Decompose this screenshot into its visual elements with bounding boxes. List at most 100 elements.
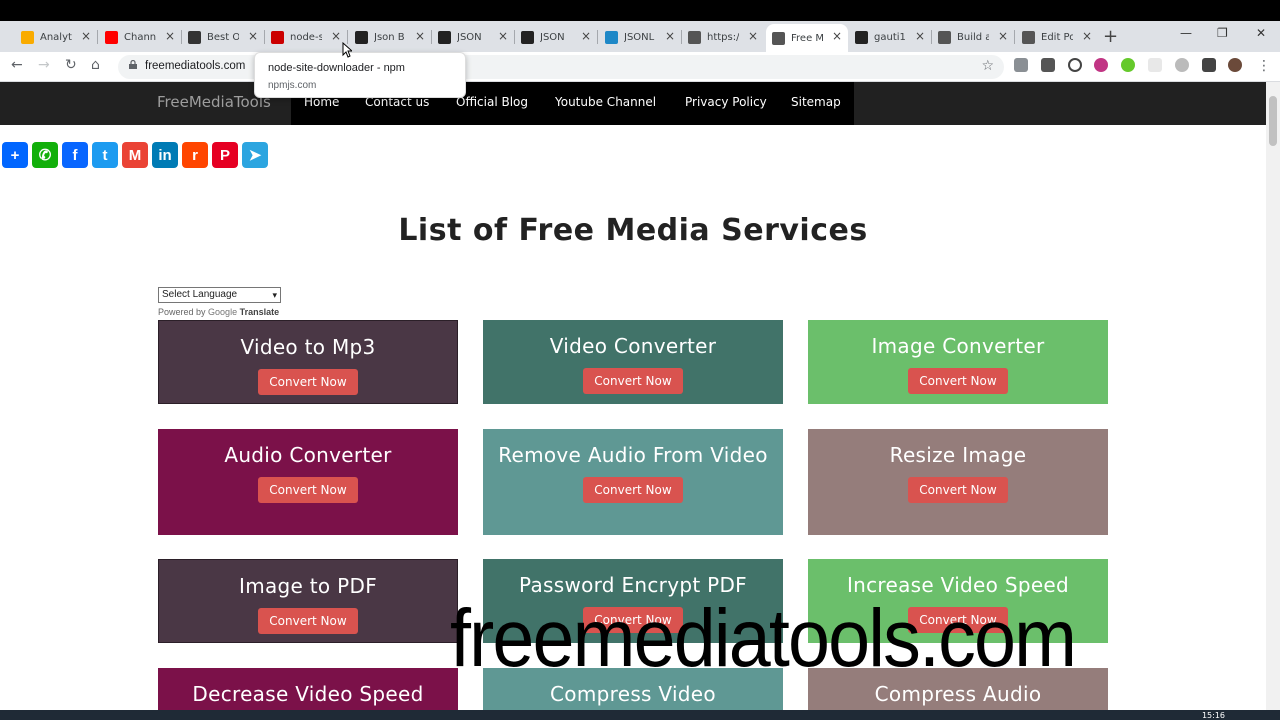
browser-tab[interactable]: https:/ × [682,24,764,50]
npm-icon [271,30,284,44]
browser-toolbar: ← → ↻ ⌂ freemediatools.com ☆ [0,52,1280,82]
browser-tab[interactable]: Json B × [349,24,431,50]
tab-close-icon[interactable]: × [331,30,341,42]
service-card: Remove Audio From Video Convert Now [483,429,783,535]
tab-separator [97,30,98,44]
convert-now-button[interactable]: Convert Now [583,368,683,394]
browser-tab[interactable]: JSON × [515,24,597,50]
tab-strip: Analyti×Channe×Best Ol×node-s×Json B×JSO… [0,0,1280,52]
tab-close-icon[interactable]: × [832,30,842,42]
service-card-title: Image to PDF [239,574,377,598]
convert-now-button[interactable]: Convert Now [583,477,683,503]
whatsapp-icon[interactable]: ✆ [32,142,58,168]
tab-close-icon[interactable]: × [1082,30,1092,42]
tools-extension-icon[interactable] [1041,58,1055,72]
convert-now-button[interactable]: Convert Now [908,477,1008,503]
tab-close-icon[interactable]: × [915,30,925,42]
convert-now-button[interactable]: Convert Now [258,369,358,395]
nav-link-privacy[interactable]: Privacy Policy [685,95,767,109]
tab-close-icon[interactable]: × [415,30,425,42]
service-card-title: Image Converter [871,334,1045,358]
tooltip-title: node-site-downloader - npm [268,62,405,74]
browser-tab[interactable]: Build a × [932,24,1014,50]
scrollbar-thumb[interactable] [1269,96,1277,146]
restore-button[interactable]: ❐ [1217,26,1228,40]
extension-icon[interactable] [1014,58,1028,72]
tab-close-icon[interactable]: × [81,30,91,42]
browser-tab[interactable]: JSONL × [599,24,681,50]
json-icon [521,30,534,44]
globe-icon [1022,30,1035,44]
browser-tab[interactable]: Edit Po × [1016,24,1098,50]
convert-now-button[interactable]: Convert Now [258,477,358,503]
browser-tab[interactable]: Channe × [99,24,181,50]
browser-tab[interactable]: Free M × [766,24,848,52]
powered-by-google: Powered by Google Translate [158,307,279,317]
translate-label[interactable]: Translate [240,307,280,317]
gmail-icon[interactable]: M [122,142,148,168]
service-card: Video to Mp3 Convert Now [158,320,458,404]
service-card: Video Converter Convert Now [483,320,783,404]
browser-tab[interactable]: node-s × [265,24,347,50]
puzzle-icon[interactable] [1202,58,1216,72]
tab-close-icon[interactable]: × [998,30,1008,42]
browser-tab[interactable]: Best Ol × [182,24,264,50]
grey-extension-icon[interactable] [1175,58,1189,72]
new-tab-button[interactable]: + [1103,26,1118,47]
tab-close-icon[interactable]: × [248,30,258,42]
back-icon[interactable]: ← [11,57,23,73]
service-card-title: Decrease Video Speed [192,682,424,706]
globe-icon [772,31,785,45]
page-scrollbar[interactable] [1266,82,1280,710]
tab-label: Free M [791,32,823,44]
language-select[interactable]: Select Language ▾ [158,287,281,303]
site-brand[interactable]: FreeMediaTools [157,93,271,111]
page-icon [688,30,701,44]
linkedin-icon[interactable]: in [152,142,178,168]
shield-extension-icon[interactable] [1148,58,1162,72]
tab-label: JSON [540,31,565,43]
service-card-title: Remove Audio From Video [498,443,768,467]
minimize-button[interactable]: — [1180,26,1192,40]
tab-close-icon[interactable]: × [581,30,591,42]
title-bar [0,0,1280,21]
twitter-icon[interactable]: t [92,142,118,168]
profile-avatar[interactable] [1228,58,1242,72]
reload-icon[interactable]: ↻ [65,57,77,73]
cb-icon [188,30,201,44]
tab-close-icon[interactable]: × [165,30,175,42]
tab-close-icon[interactable]: × [665,30,675,42]
nav-link-blog[interactable]: Official Blog [456,95,528,109]
convert-now-button[interactable]: Convert Now [908,368,1008,394]
browser-tab[interactable]: gauti1 × [849,24,931,50]
nav-link-youtube[interactable]: Youtube Channel [555,95,656,109]
bookmark-star-icon[interactable]: ☆ [981,58,994,74]
browser-tab[interactable]: JSON × [432,24,514,50]
globe-icon [938,30,951,44]
service-card-title: Video to Mp3 [240,335,376,359]
mouse-cursor-icon [342,42,352,58]
address-bar[interactable]: freemediatools.com ☆ [118,55,1004,79]
add-share-icon[interactable]: + [2,142,28,168]
telegram-icon[interactable]: ➤ [242,142,268,168]
clock: 15:16 [1201,711,1225,720]
reddit-icon[interactable]: r [182,142,208,168]
pinterest-icon[interactable]: P [212,142,238,168]
home-icon[interactable]: ⌂ [91,57,100,73]
tab-close-icon[interactable]: × [748,30,758,42]
menu-dots-icon[interactable]: ⋮ [1257,58,1271,74]
powered-by-label: Powered by [158,307,206,317]
facebook-icon[interactable]: f [62,142,88,168]
forward-icon[interactable]: → [38,57,50,73]
service-card-title: Compress Audio [874,682,1042,706]
green-extension-icon[interactable] [1121,58,1135,72]
browser-tab[interactable]: Analyti × [15,24,97,50]
tab-close-icon[interactable]: × [498,30,508,42]
nav-link-sitemap[interactable]: Sitemap [791,95,841,109]
convert-now-button[interactable]: Convert Now [258,608,358,634]
os-taskbar: 15:16 [0,710,1280,720]
circle-extension-icon[interactable] [1068,58,1082,72]
close-window-button[interactable]: ✕ [1256,26,1266,40]
instagram-extension-icon[interactable] [1094,58,1108,72]
tab-separator [597,30,598,44]
